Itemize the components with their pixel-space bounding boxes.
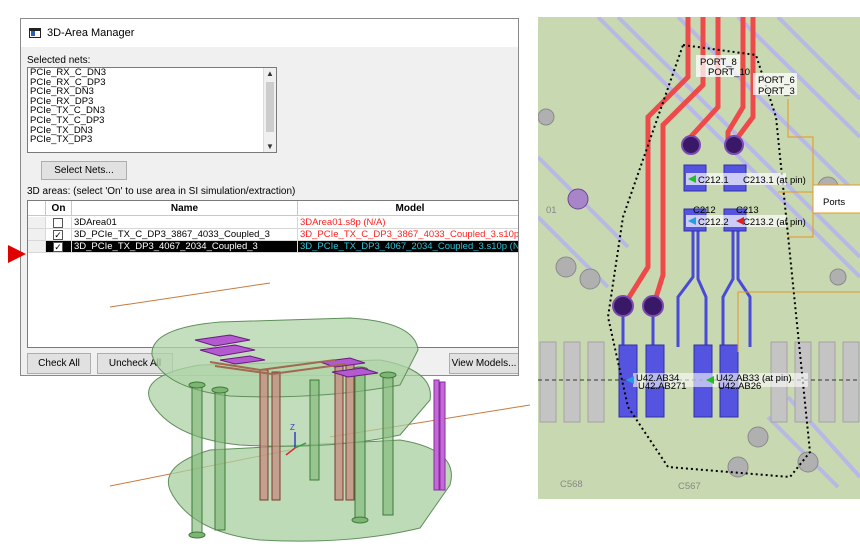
pin-label: C213.2 (at pin)	[743, 217, 806, 228]
svg-text:Z: Z	[290, 423, 295, 432]
pcb-layout-view[interactable]: Ports PORT_8 PORT_10 PORT_6 PORT_3 C212.…	[538, 17, 860, 499]
port-label: PORT_10	[708, 67, 750, 78]
ports-box-label: Ports	[823, 197, 845, 208]
pin-label: C212.1	[698, 175, 729, 186]
port-label: PORT_3	[758, 86, 795, 97]
component-label: C212	[693, 205, 716, 216]
refdes-label: C568	[560, 479, 583, 490]
purple-via	[439, 381, 446, 491]
pin-label: U42.AB26	[718, 381, 761, 392]
refdes-label: C567	[678, 481, 701, 492]
pin-label: U42.AB271	[638, 381, 687, 392]
refdes-label: 01	[546, 205, 557, 216]
pin-label: C213.1 (at pin)	[743, 175, 806, 186]
component-label: C213	[736, 205, 759, 216]
purple-via	[433, 379, 440, 491]
3d-model-view[interactable]: Z	[100, 300, 460, 549]
pcb-canvas[interactable]: Ports PORT_8 PORT_10 PORT_6 PORT_3 C212.…	[538, 17, 860, 499]
port-label: PORT_6	[758, 75, 795, 86]
pin-label: C212.2	[698, 217, 729, 228]
